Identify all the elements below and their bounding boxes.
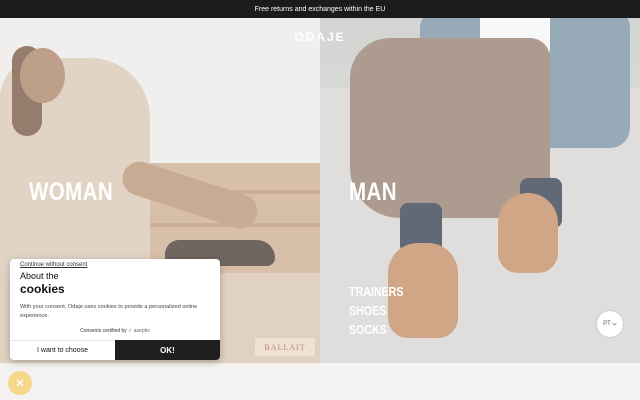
close-icon xyxy=(16,379,24,387)
cookie-consent-banner: Continue without consent About the cooki… xyxy=(10,259,220,360)
announcement-text: Free returns and exchanges within the EU xyxy=(254,5,386,13)
chevron-down-icon xyxy=(612,322,617,326)
socks-link[interactable]: SOCKS xyxy=(349,322,403,337)
man-category-link[interactable]: MAN xyxy=(349,178,397,207)
accept-cookies-button[interactable]: OK! xyxy=(115,340,220,360)
language-selector[interactable]: PT xyxy=(597,311,623,337)
brand-logo[interactable]: ODAJE xyxy=(0,30,640,44)
woman-category-link[interactable]: WOMAN xyxy=(29,178,113,207)
trainers-link[interactable]: TRAINERS xyxy=(349,284,403,299)
consent-certified-line: Consents certified by ✓ axeptio xyxy=(10,328,220,334)
announcement-bar: Free returns and exchanges within the EU xyxy=(0,0,640,18)
language-code: PT xyxy=(603,321,611,327)
cookie-description: With your consent, Odaje uses cookies to… xyxy=(20,304,198,319)
certified-text: Consents certified by xyxy=(80,328,127,334)
axeptio-logo: ✓ axeptio xyxy=(128,328,150,334)
cookie-about-text: About the xyxy=(20,271,59,281)
continue-without-consent-link[interactable]: Continue without consent xyxy=(20,262,87,268)
choose-cookies-button[interactable]: I want to choose xyxy=(10,340,115,360)
cookie-title: cookies xyxy=(20,282,65,296)
cookie-widget-button[interactable] xyxy=(8,371,32,395)
man-subcategory-list: TRAINERS SHOES SOCKS xyxy=(349,284,415,337)
shoes-link[interactable]: SHOES xyxy=(349,303,403,318)
